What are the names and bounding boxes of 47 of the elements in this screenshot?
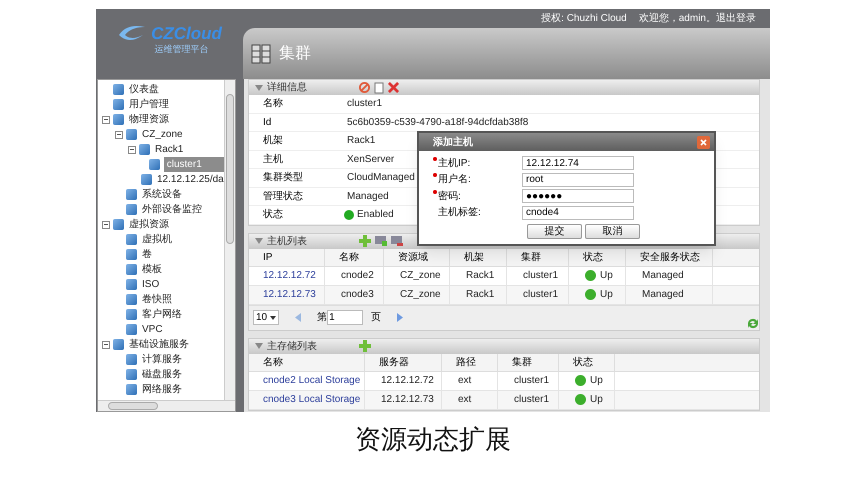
field-value: 5c6b0359-c539-4790-a18f-94dcfdab38f8 bbox=[347, 116, 528, 130]
field-label: 主机标签: bbox=[437, 206, 482, 220]
field-label: 主机IP: bbox=[433, 156, 522, 171]
table-cell-text: ext bbox=[458, 393, 472, 407]
table-cell-text: cluster1 bbox=[514, 393, 550, 407]
license-text: 授权: Chuzhi Cloud bbox=[541, 12, 627, 26]
caption-text: 资源动态扩展 bbox=[354, 426, 512, 452]
field-value: CloudManaged bbox=[347, 171, 415, 186]
page-label: 页 bbox=[371, 311, 382, 325]
table-cell-text: Up bbox=[590, 393, 603, 407]
table-cell-text: Up bbox=[590, 374, 603, 388]
table-cell-text: Up bbox=[600, 269, 613, 283]
table-cell-text: ext bbox=[458, 374, 472, 388]
logo-text: CZCloud bbox=[151, 24, 222, 42]
welcome-text: 欢迎您，admin。 bbox=[638, 12, 716, 26]
field-label: 名称 bbox=[262, 97, 284, 112]
field-label: Id bbox=[262, 116, 272, 130]
table-cell-text: 12.12.12.72 bbox=[381, 374, 434, 388]
field-label: 状态 bbox=[262, 208, 284, 222]
field-value: Managed bbox=[347, 190, 389, 204]
table-cell-text: Up bbox=[600, 288, 613, 302]
field-label: 密码: bbox=[433, 188, 522, 204]
table-cell-text: Rack1 bbox=[466, 288, 494, 302]
table-cell-text: Rack1 bbox=[466, 269, 494, 283]
table-cell-text: cluster1 bbox=[514, 374, 550, 388]
table-cell-text: cnode3 bbox=[341, 288, 374, 302]
field-value: Enabled bbox=[357, 208, 394, 222]
field-label: 主机 bbox=[262, 152, 284, 167]
table-cell-text: cluster1 bbox=[523, 269, 558, 283]
table-cell-text: 12.12.12.73 bbox=[381, 393, 434, 407]
dialog-title: 添加主机 bbox=[433, 135, 473, 150]
table-cell-text: CZ_zone bbox=[400, 288, 441, 302]
table-cell-text: cluster1 bbox=[523, 288, 558, 302]
logo-subtitle: 运维管理平台 bbox=[154, 43, 208, 56]
page-title: 集群 bbox=[279, 44, 311, 64]
table-cell-text: cnode2 bbox=[341, 269, 374, 283]
field-label: 管理状态 bbox=[262, 190, 304, 204]
table-cell-text: Managed bbox=[642, 269, 684, 283]
field-label: 用户名: bbox=[433, 172, 522, 188]
table-cell-text: Managed bbox=[642, 288, 684, 302]
page-label: 第 bbox=[317, 311, 328, 325]
field-label: 机架 bbox=[262, 134, 284, 148]
field-value: Rack1 bbox=[347, 134, 376, 148]
field-value: XenServer bbox=[347, 152, 394, 167]
field-label: 集群类型 bbox=[262, 170, 304, 186]
table-cell-text: CZ_zone bbox=[400, 269, 441, 283]
field-value: cluster1 bbox=[347, 97, 382, 112]
